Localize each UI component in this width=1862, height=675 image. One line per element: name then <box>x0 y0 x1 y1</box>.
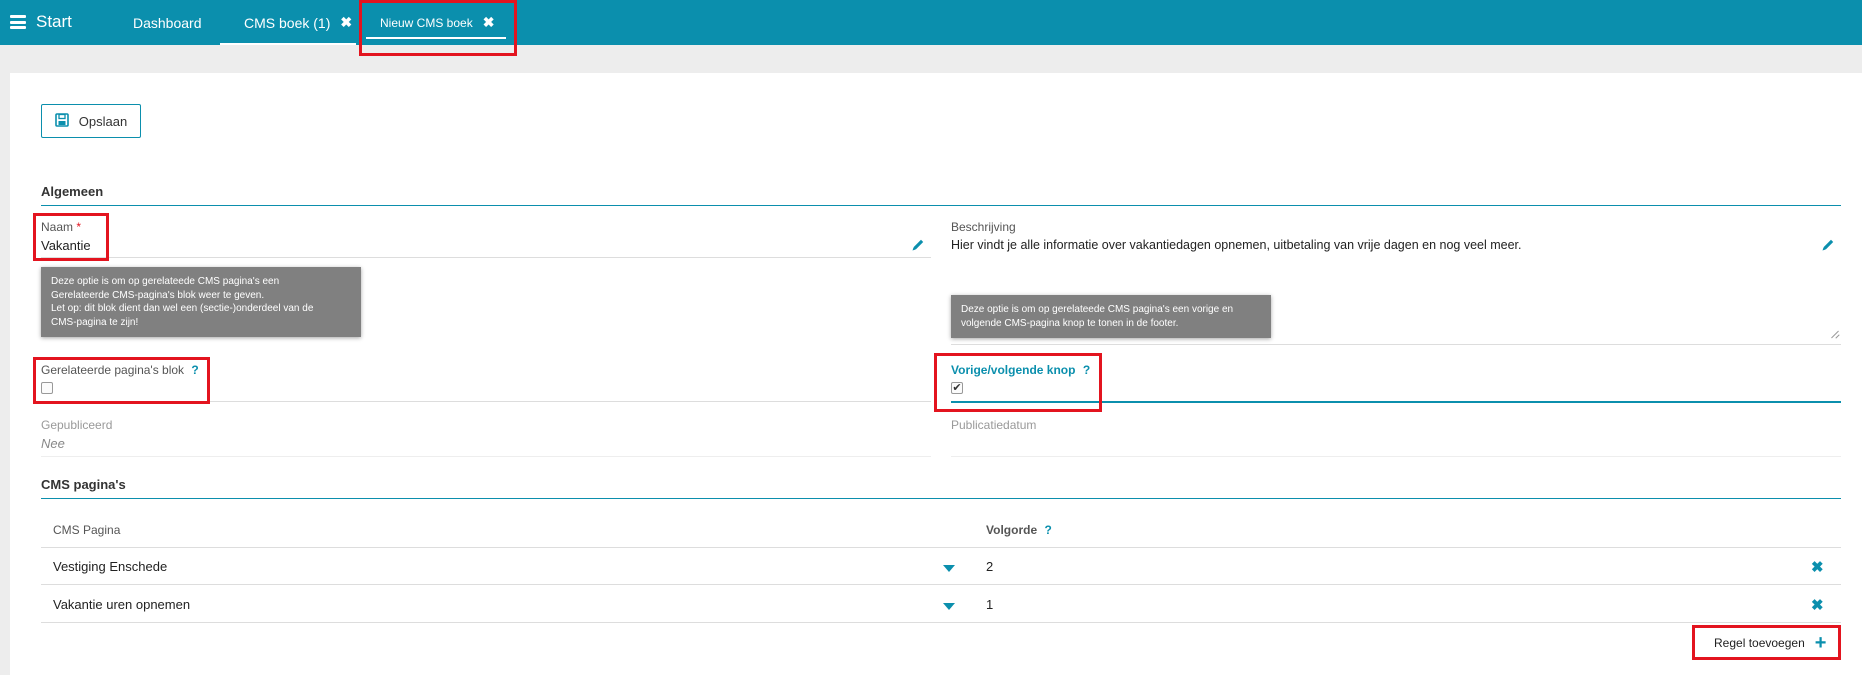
tooltip-line: volgende CMS-pagina knop te tonen in de … <box>961 317 1179 329</box>
tab-underline <box>220 43 356 45</box>
published-underline <box>41 456 931 457</box>
help-icon[interactable]: ? <box>1083 363 1090 377</box>
section-divider <box>41 205 1841 206</box>
tab-nieuw-cms-boek[interactable]: Nieuw CMS boek ✖ <box>366 0 506 45</box>
column-header-order: Volgorde ? <box>986 523 1052 537</box>
hamburger-icon <box>10 15 26 29</box>
plus-icon: + <box>1814 632 1827 654</box>
table-row-order-input[interactable]: 1 <box>986 597 993 612</box>
naam-underline <box>41 257 931 258</box>
prev-next-label: Vorige/volgende knop ? <box>951 363 1090 377</box>
tooltip-prev-next: Deze optie is om op gerelateede CMS pagi… <box>951 295 1271 338</box>
table-row-divider <box>41 622 1841 623</box>
related-block-label: Gerelateerde pagina's blok ? <box>41 363 199 377</box>
table-row-order-input[interactable]: 2 <box>986 559 993 574</box>
beschrijving-textarea[interactable]: Hier vindt je alle informatie over vakan… <box>951 238 1522 252</box>
published-label: Gepubliceerd <box>41 418 113 432</box>
add-row-button[interactable]: Regel toevoegen + <box>1714 632 1827 654</box>
table-row-divider <box>41 584 1841 585</box>
add-row-label: Regel toevoegen <box>1714 636 1805 650</box>
tab-cms-boek[interactable]: CMS boek (1) ✖ <box>220 0 356 45</box>
help-icon[interactable]: ? <box>191 363 198 377</box>
related-block-label-text: Gerelateerde pagina's blok <box>41 363 185 377</box>
related-block-underline <box>41 401 931 402</box>
column-header-cms-page: CMS Pagina <box>53 523 121 537</box>
delete-row-icon[interactable]: ✖ <box>1811 596 1824 614</box>
section-divider <box>41 498 1841 499</box>
tooltip-line: Deze optie is om op gerelateede CMS pagi… <box>961 304 1234 315</box>
tab-label: Nieuw CMS boek <box>380 15 473 30</box>
help-icon[interactable]: ? <box>1044 523 1051 537</box>
tab-dashboard[interactable]: Dashboard <box>133 0 202 45</box>
naam-input[interactable]: Vakantie <box>41 238 91 253</box>
table-header-divider <box>41 547 1841 548</box>
naam-label: Naam * <box>41 220 81 234</box>
tab-label: Dashboard <box>133 14 202 31</box>
floppy-disk-icon <box>54 112 69 130</box>
pencil-icon[interactable] <box>911 238 925 256</box>
prev-next-label-text: Vorige/volgende knop <box>951 363 1076 377</box>
naam-label-text: Naam <box>41 220 74 234</box>
tab-underline <box>366 37 506 39</box>
save-label: Opslaan <box>78 113 128 129</box>
column-header-order-text: Volgorde <box>986 523 1038 537</box>
chevron-down-icon[interactable] <box>943 565 955 572</box>
resize-handle-icon[interactable] <box>1832 330 1840 338</box>
beschrijving-underline <box>951 344 1841 345</box>
tooltip-line: Let op: dit blok dient dan wel een (sect… <box>51 303 314 314</box>
close-icon[interactable]: ✖ <box>340 14 352 31</box>
published-value: Nee <box>41 436 65 451</box>
save-button[interactable]: Opslaan <box>41 104 141 138</box>
chevron-down-icon[interactable] <box>943 603 955 610</box>
section-title-general: Algemeen <box>41 184 104 199</box>
top-bar: Start Dashboard CMS boek (1) ✖ Nieuw CMS… <box>0 0 1862 45</box>
tooltip-related-block: Deze optie is om op gerelateede CMS pagi… <box>41 267 361 337</box>
prev-next-checkbox[interactable]: ✔ <box>951 382 963 394</box>
prev-next-underline <box>951 401 1841 403</box>
beschrijving-label: Beschrijving <box>951 220 1016 234</box>
publication-date-label: Publicatiedatum <box>951 418 1037 432</box>
section-title-cms-pages: CMS pagina's <box>41 477 126 492</box>
tab-label: CMS boek (1) <box>244 14 331 31</box>
table-row-page-select[interactable]: Vakantie uren opnemen <box>53 597 190 612</box>
publication-date-underline <box>951 456 1841 457</box>
required-mark: * <box>76 220 82 234</box>
tooltip-line: Gerelateerde CMS-pagina's blok weer te g… <box>51 289 265 301</box>
delete-row-icon[interactable]: ✖ <box>1811 558 1824 576</box>
close-icon[interactable]: ✖ <box>483 14 495 31</box>
start-label: Start <box>36 12 72 31</box>
tooltip-line: CMS-pagina te zijn! <box>51 316 139 328</box>
pencil-icon[interactable] <box>1821 238 1835 256</box>
tooltip-line: Deze optie is om op gerelateede CMS pagi… <box>51 276 280 287</box>
related-block-checkbox[interactable] <box>41 382 53 394</box>
table-row-page-select[interactable]: Vestiging Enschede <box>53 559 167 574</box>
start-menu-button[interactable]: Start <box>10 12 72 32</box>
